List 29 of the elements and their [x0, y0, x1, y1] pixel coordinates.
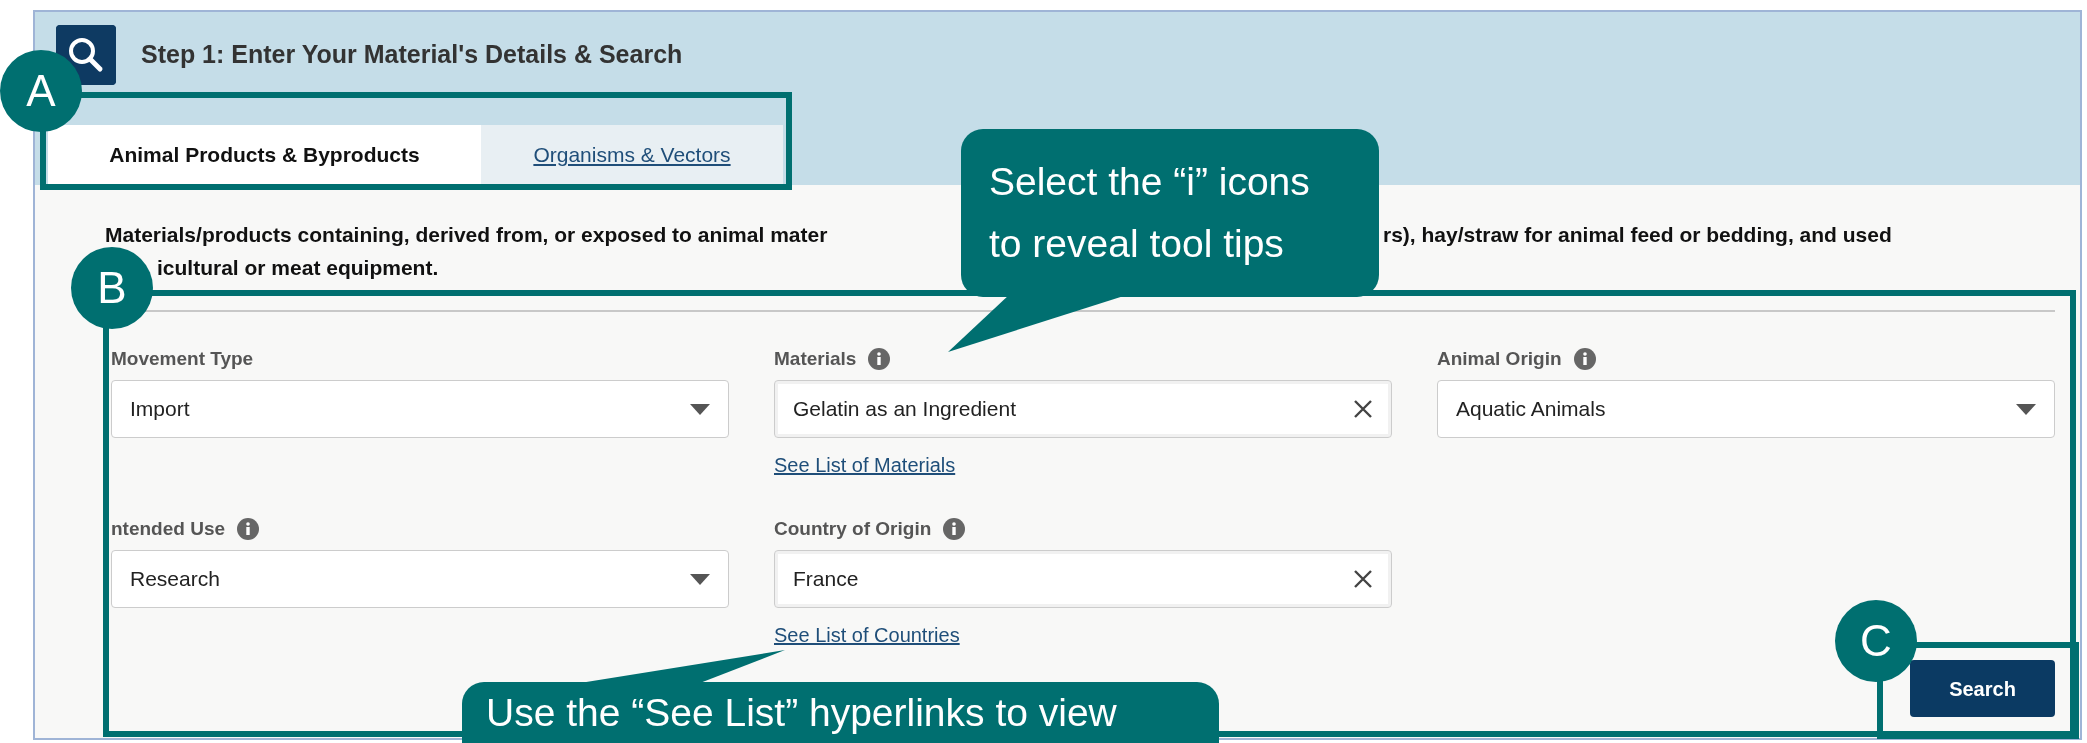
dropdown[interactable]: Research	[111, 550, 729, 608]
input-field[interactable]: Gelatin as an Ingredient	[774, 380, 1392, 438]
info-icon[interactable]	[237, 518, 260, 540]
field-label: Movement Type	[111, 346, 254, 371]
caret-icon	[2016, 403, 2036, 415]
description-text: Materials/products containing, derived from, or exposed to animal mater	[105, 223, 828, 246]
field-label: ntended Use	[111, 516, 226, 541]
caret-icon	[690, 573, 710, 585]
step-marker: A	[0, 50, 82, 132]
dropdown[interactable]: Aquatic Animals	[1437, 380, 2055, 438]
info-icon[interactable]	[868, 348, 891, 370]
info-icon[interactable]	[1573, 348, 1596, 370]
dropdown[interactable]: Import	[111, 380, 729, 438]
link[interactable]: See List of Countries	[774, 620, 960, 650]
close-icon[interactable]	[1353, 569, 1373, 589]
description-text: rs), hay/straw for animal feed or bedding, and used	[1383, 222, 1892, 248]
caret-icon	[690, 403, 710, 415]
tab[interactable]: Organisms & Vectors	[481, 125, 783, 185]
close-icon[interactable]	[1353, 399, 1373, 419]
input-field[interactable]: France	[774, 550, 1392, 608]
field-label: Materials	[774, 346, 857, 371]
link[interactable]: See List of Materials	[774, 450, 956, 480]
tab[interactable]: Animal Products & Byproducts	[48, 125, 481, 185]
section-title: Step 1: Enter Your Material's Details & Search	[141, 39, 683, 71]
field-label: Country of Origin	[774, 516, 932, 541]
search-button[interactable]: Search	[1910, 660, 2055, 717]
field-label: Animal Origin	[1437, 346, 1562, 371]
description-text: icultural or meat equipment.	[157, 256, 439, 279]
info-icon[interactable]	[943, 518, 966, 540]
